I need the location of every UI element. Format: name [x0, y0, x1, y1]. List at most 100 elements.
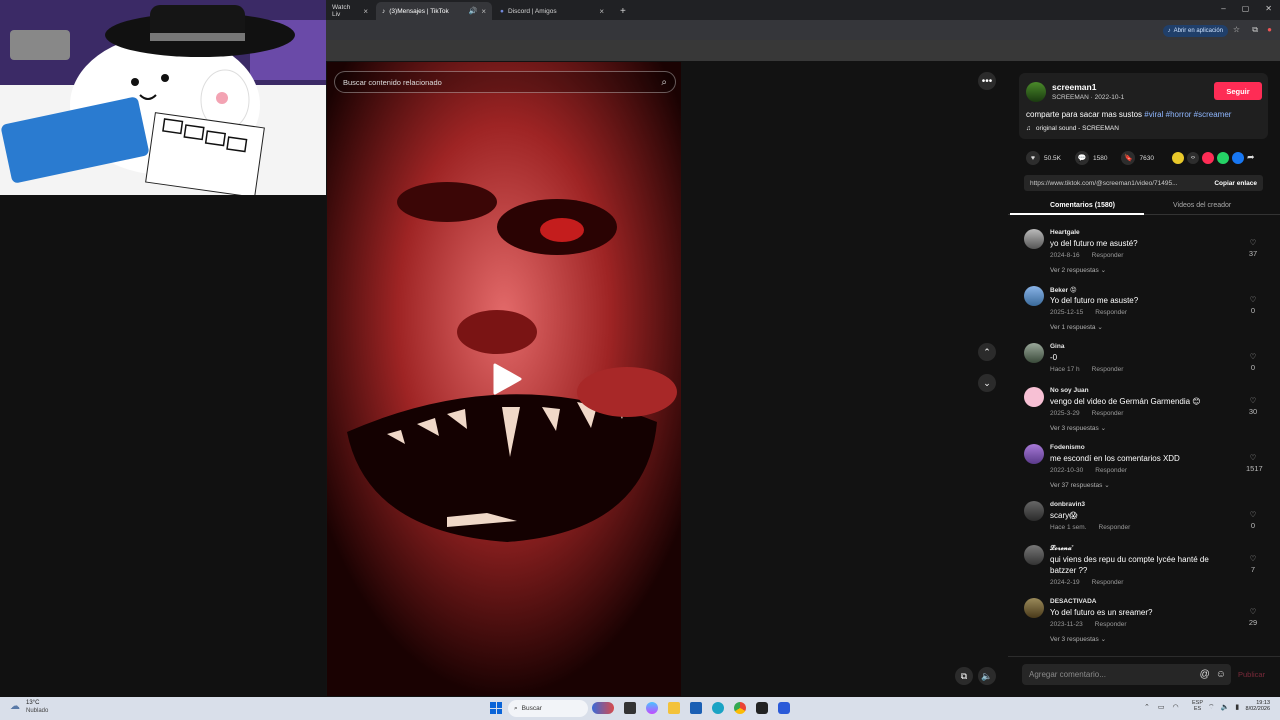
- extensions-icon[interactable]: ⧉: [1252, 25, 1258, 35]
- repost-icon[interactable]: [1172, 152, 1184, 164]
- play-icon[interactable]: [489, 362, 523, 396]
- tab-creator-videos[interactable]: Videos del creador: [1173, 202, 1231, 209]
- reply-button[interactable]: Responder: [1095, 621, 1127, 628]
- hashtag-link[interactable]: #viral: [1144, 110, 1163, 119]
- like-stat[interactable]: ♥ 50.5K: [1026, 151, 1061, 165]
- publish-button[interactable]: Publicar: [1238, 670, 1265, 679]
- close-icon[interactable]: ×: [599, 7, 604, 16]
- avatar[interactable]: [1024, 387, 1044, 407]
- send-icon[interactable]: [1202, 152, 1214, 164]
- widget-icon[interactable]: [592, 702, 614, 714]
- heart-outline-icon[interactable]: ♡: [1250, 295, 1257, 304]
- heart-outline-icon[interactable]: ♡: [1250, 238, 1257, 247]
- reply-button[interactable]: Responder: [1092, 579, 1124, 586]
- chevron-up-icon[interactable]: ⌃: [1144, 703, 1150, 711]
- search-icon[interactable]: ⌕: [661, 77, 667, 88]
- file-explorer-icon[interactable]: [668, 702, 680, 714]
- reply-button[interactable]: Responder: [1095, 309, 1127, 316]
- avatar[interactable]: [1024, 444, 1044, 464]
- comment-author[interactable]: No soy Juan: [1050, 387, 1089, 394]
- heart-icon[interactable]: ♥: [1026, 151, 1040, 165]
- hashtag-link[interactable]: #screamer: [1194, 110, 1232, 119]
- hashtag-link[interactable]: #horror: [1166, 110, 1192, 119]
- save-stat[interactable]: 🔖 7630: [1121, 151, 1154, 165]
- comment-author[interactable]: 𝓛𝓸𝓻𝓮𝓷𝓪˚: [1050, 545, 1074, 553]
- edge-icon[interactable]: [712, 702, 724, 714]
- view-replies-button[interactable]: Ver 1 respuesta ⌄: [1050, 323, 1103, 331]
- tab-discord[interactable]: ● Discord | Amigos ×: [494, 2, 610, 20]
- windows-start-icon[interactable]: [490, 702, 502, 714]
- follow-button[interactable]: Seguir: [1214, 82, 1262, 100]
- app-icon[interactable]: [756, 702, 768, 714]
- avatar[interactable]: [1024, 545, 1044, 565]
- weather-temp[interactable]: 13°C: [26, 700, 39, 706]
- picture-in-picture-icon[interactable]: ⧉: [955, 667, 973, 685]
- heart-outline-icon[interactable]: ♡: [1250, 607, 1257, 616]
- tab-watch-live[interactable]: Watch Liv ×: [326, 2, 374, 20]
- wifi-icon[interactable]: ⌔: [1208, 703, 1215, 712]
- wifi-icon[interactable]: ◠: [1173, 703, 1179, 711]
- emoji-icon[interactable]: ☺: [1216, 669, 1226, 680]
- view-replies-button[interactable]: Ver 3 respuestas ⌄: [1050, 635, 1106, 643]
- maximize-icon[interactable]: ▢: [1242, 4, 1250, 13]
- close-window-icon[interactable]: ✕: [1265, 4, 1272, 13]
- whatsapp-icon[interactable]: [1217, 152, 1229, 164]
- reply-button[interactable]: Responder: [1095, 467, 1127, 474]
- sound-link[interactable]: ♫ original sound - SCREEMAN: [1026, 125, 1119, 132]
- app-icon[interactable]: [778, 702, 790, 714]
- facebook-icon[interactable]: [1232, 152, 1244, 164]
- related-content-search[interactable]: Buscar contenido relacionado ⌕: [334, 71, 676, 93]
- mention-icon[interactable]: @: [1200, 669, 1210, 680]
- battery-icon[interactable]: ▮: [1235, 703, 1239, 712]
- comment-stat[interactable]: 💬 1580: [1075, 151, 1107, 165]
- avatar[interactable]: [1024, 229, 1044, 249]
- heart-outline-icon[interactable]: ♡: [1250, 352, 1257, 361]
- speaker-icon[interactable]: 🔊: [469, 7, 478, 15]
- close-icon[interactable]: ×: [363, 7, 368, 16]
- close-icon[interactable]: ×: [481, 7, 486, 16]
- creator-username[interactable]: screeman1: [1052, 82, 1096, 92]
- avatar[interactable]: [1026, 82, 1046, 102]
- comment-author[interactable]: Gina: [1050, 343, 1064, 350]
- avatar[interactable]: [1024, 501, 1044, 521]
- profile-icon[interactable]: ●: [1267, 25, 1272, 34]
- task-view-icon[interactable]: [624, 702, 636, 714]
- open-in-app-button[interactable]: ♪ Abrir en aplicación: [1162, 25, 1228, 37]
- comment-icon[interactable]: 💬: [1075, 151, 1089, 165]
- copilot-icon[interactable]: [646, 702, 658, 714]
- comment-author[interactable]: Beker 😡: [1050, 286, 1077, 294]
- cloud-icon[interactable]: ☁: [10, 701, 20, 712]
- avatar[interactable]: [1024, 343, 1044, 363]
- new-tab-button[interactable]: +: [614, 2, 630, 20]
- embed-icon[interactable]: ‹›: [1187, 152, 1199, 164]
- reply-button[interactable]: Responder: [1092, 410, 1124, 417]
- previous-video-icon[interactable]: ⌃: [978, 343, 996, 361]
- heart-outline-icon[interactable]: ♡: [1250, 453, 1257, 462]
- minimize-icon[interactable]: –: [1221, 4, 1225, 13]
- reply-button[interactable]: Responder: [1092, 366, 1124, 373]
- reply-button[interactable]: Responder: [1099, 524, 1131, 531]
- avatar[interactable]: [1024, 286, 1044, 306]
- next-video-icon[interactable]: ⌄: [978, 374, 996, 392]
- reply-button[interactable]: Responder: [1092, 252, 1124, 259]
- view-replies-button[interactable]: Ver 3 respuestas ⌄: [1050, 424, 1106, 432]
- comment-author[interactable]: DESACTIVADA: [1050, 598, 1096, 605]
- view-replies-button[interactable]: Ver 2 respuestas ⌄: [1050, 266, 1106, 274]
- speaker-icon[interactable]: 🔈: [1221, 703, 1230, 712]
- comment-author[interactable]: Heartgale: [1050, 229, 1080, 236]
- taskbar-search[interactable]: ⌕ Buscar: [508, 700, 588, 717]
- video-url[interactable]: https://www.tiktok.com/@screeman1/video/…: [1030, 180, 1178, 187]
- heart-outline-icon[interactable]: ♡: [1250, 554, 1257, 563]
- comment-input[interactable]: Agregar comentario... @ ☺: [1022, 664, 1231, 685]
- tab-tiktok[interactable]: ♪ (3)Mensajes | TikTok 🔊 ×: [376, 2, 492, 20]
- volume-icon[interactable]: 🔈: [978, 667, 996, 685]
- language-indicator[interactable]: ESP ES: [1192, 700, 1203, 712]
- copy-link-button[interactable]: Copiar enlace: [1208, 180, 1263, 187]
- tab-comments[interactable]: Comentarios (1580): [1050, 202, 1115, 209]
- more-options-icon[interactable]: •••: [978, 72, 996, 90]
- comment-author[interactable]: donbravin3: [1050, 501, 1085, 508]
- store-icon[interactable]: [690, 702, 702, 714]
- heart-outline-icon[interactable]: ♡: [1250, 396, 1257, 405]
- view-replies-button[interactable]: Ver 37 respuestas ⌄: [1050, 481, 1110, 489]
- chrome-icon[interactable]: [734, 702, 746, 714]
